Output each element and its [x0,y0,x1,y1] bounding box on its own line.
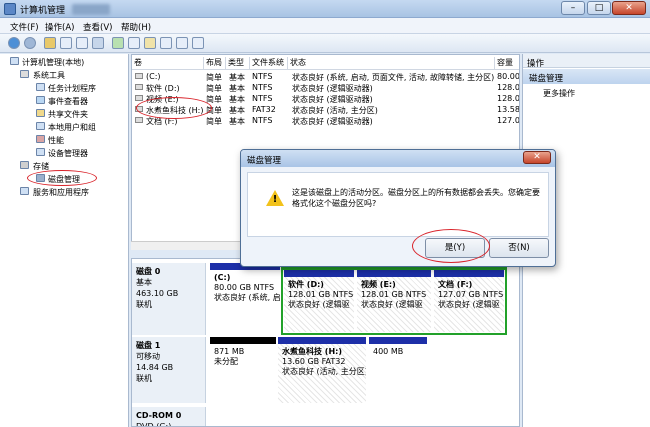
tree-shared-folders[interactable]: 共享文件夹 [48,109,88,120]
action-more[interactable]: 更多操作 [543,88,575,99]
dialog-close-button[interactable]: ✕ [523,151,551,164]
menu-view[interactable]: 查看(V) [83,21,112,33]
dialog-body: ! 这是该磁盘上的活动分区。磁盘分区上的所有数据都会丢失。您确定要格式化这个磁盘… [247,172,549,237]
action-disk-management[interactable]: 磁盘管理 [523,69,650,84]
system-tools-icon [20,70,29,78]
col-capacity[interactable]: 容量 [495,57,519,69]
disk-view: 磁盘 0 基本 463.10 GB 联机 (C:) 80.00 GB NTFS … [131,258,520,427]
tree-system-tools[interactable]: 系统工具 [33,70,65,81]
disk1-label[interactable]: 磁盘 1 可移动 14.84 GB 联机 [132,337,206,403]
actions-header: 操作 [523,54,650,69]
up-folder-icon[interactable] [44,37,56,49]
refresh-icon[interactable] [112,37,124,49]
disk0-name: 磁盘 0 [136,267,161,276]
col-layout[interactable]: 布局 [204,57,226,69]
console-tree: 计算机管理(本地) 系统工具 任务计划程序 事件查看器 共享文件夹 本地用户和组… [0,54,129,427]
dialog-message: 这是该磁盘上的活动分区。磁盘分区上的所有数据都会丢失。您确定要格式化这个磁盘分区… [292,188,540,208]
highlight-disk-management [27,170,97,186]
table-row[interactable]: 软件 (D:) 简单 基本 NTFS 状态良好 (逻辑驱动器) 128.01 [132,82,519,93]
drive-icon [135,117,143,123]
back-icon[interactable] [8,37,20,49]
menu-help[interactable]: 帮助(H) [121,21,151,33]
computer-management-icon [4,3,16,15]
dialog-title: 磁盘管理 [241,150,555,167]
device-manager-icon [36,148,45,156]
local-users-icon [36,122,45,130]
disk-icon[interactable] [160,37,172,49]
col-volume[interactable]: 卷 [132,57,204,69]
partition-f[interactable]: 文档 (F:) 127.07 GB NTFS 状态良好 (逻辑驱 [434,270,504,332]
warning-mark: ! [272,194,278,205]
folder-open-icon[interactable] [144,37,156,49]
disk0-label[interactable]: 磁盘 0 基本 463.10 GB 联机 [132,263,206,335]
show-hide-icon[interactable] [92,37,104,49]
event-viewer-icon [36,96,45,104]
tree-event-viewer[interactable]: 事件查看器 [48,96,88,107]
blurred-region [72,4,110,15]
partition-400mb[interactable]: 400 MB [369,337,427,403]
drive-icon [135,84,143,90]
col-filesystem[interactable]: 文件系统 [250,57,288,69]
shared-folders-icon [36,109,45,117]
menu-bar: 文件(F) 操作(A) 查看(V) 帮助(H) [0,18,650,34]
format-icon[interactable] [192,37,204,49]
col-status[interactable]: 状态 [288,57,495,69]
menu-file[interactable]: 文件(F) [10,21,39,33]
close-button[interactable]: ✕ [612,1,646,15]
cdrom-label[interactable]: CD-ROM 0 DVD (G:) [132,407,206,426]
menu-action[interactable]: 操作(A) [45,21,74,33]
toolbar [0,34,650,53]
tree-root[interactable]: 计算机管理(本地) [22,57,84,68]
tree-local-users[interactable]: 本地用户和组 [48,122,96,133]
no-button[interactable]: 否(N) [489,238,549,258]
confirm-dialog: 磁盘管理 ✕ ! 这是该磁盘上的活动分区。磁盘分区上的所有数据都会丢失。您确定要… [240,149,556,267]
performance-icon [36,135,45,143]
storage-icon [20,161,29,169]
partition-c[interactable]: (C:) 80.00 GB NTFS 状态良好 (系统, 启 [210,263,280,335]
partition-d[interactable]: 软件 (D:) 128.01 GB NTFS 状态良好 (逻辑驱 [284,270,354,332]
partition-h[interactable]: 水煮鱼科技 (H:) 13.60 GB FAT32 状态良好 (活动, 主分区) [278,337,366,403]
help-icon[interactable] [128,37,140,49]
console-tree-icon[interactable] [60,37,72,49]
highlight-yes-button [412,229,490,263]
col-type[interactable]: 类型 [226,57,250,69]
forward-icon[interactable] [24,37,36,49]
highlight-volume-h [136,97,212,119]
task-scheduler-icon [36,83,45,91]
table-row[interactable]: (C:) 简单 基本 NTFS 状态良好 (系统, 启动, 页面文件, 活动, … [132,71,519,82]
window-title: 计算机管理 [20,6,66,16]
services-icon [20,187,29,195]
tree-performance[interactable]: 性能 [48,135,64,146]
maximize-button[interactable]: □ [587,1,611,15]
drive-icon [135,95,143,101]
partition-unallocated[interactable]: 871 MB 未分配 [210,337,276,403]
tree-device-manager[interactable]: 设备管理器 [48,148,88,159]
computer-icon [10,57,19,65]
search-icon[interactable] [176,37,188,49]
minimize-button[interactable]: – [561,1,585,15]
tree-services[interactable]: 服务和应用程序 [33,187,89,198]
properties-icon[interactable] [76,37,88,49]
title-bar: 计算机管理 – □ ✕ [0,0,650,18]
partition-e[interactable]: 视频 (E:) 128.01 GB NTFS 状态良好 (逻辑驱 [357,270,431,332]
drive-icon [135,73,143,79]
disk1-name: 磁盘 1 [136,341,161,350]
tree-task-scheduler[interactable]: 任务计划程序 [48,83,96,94]
